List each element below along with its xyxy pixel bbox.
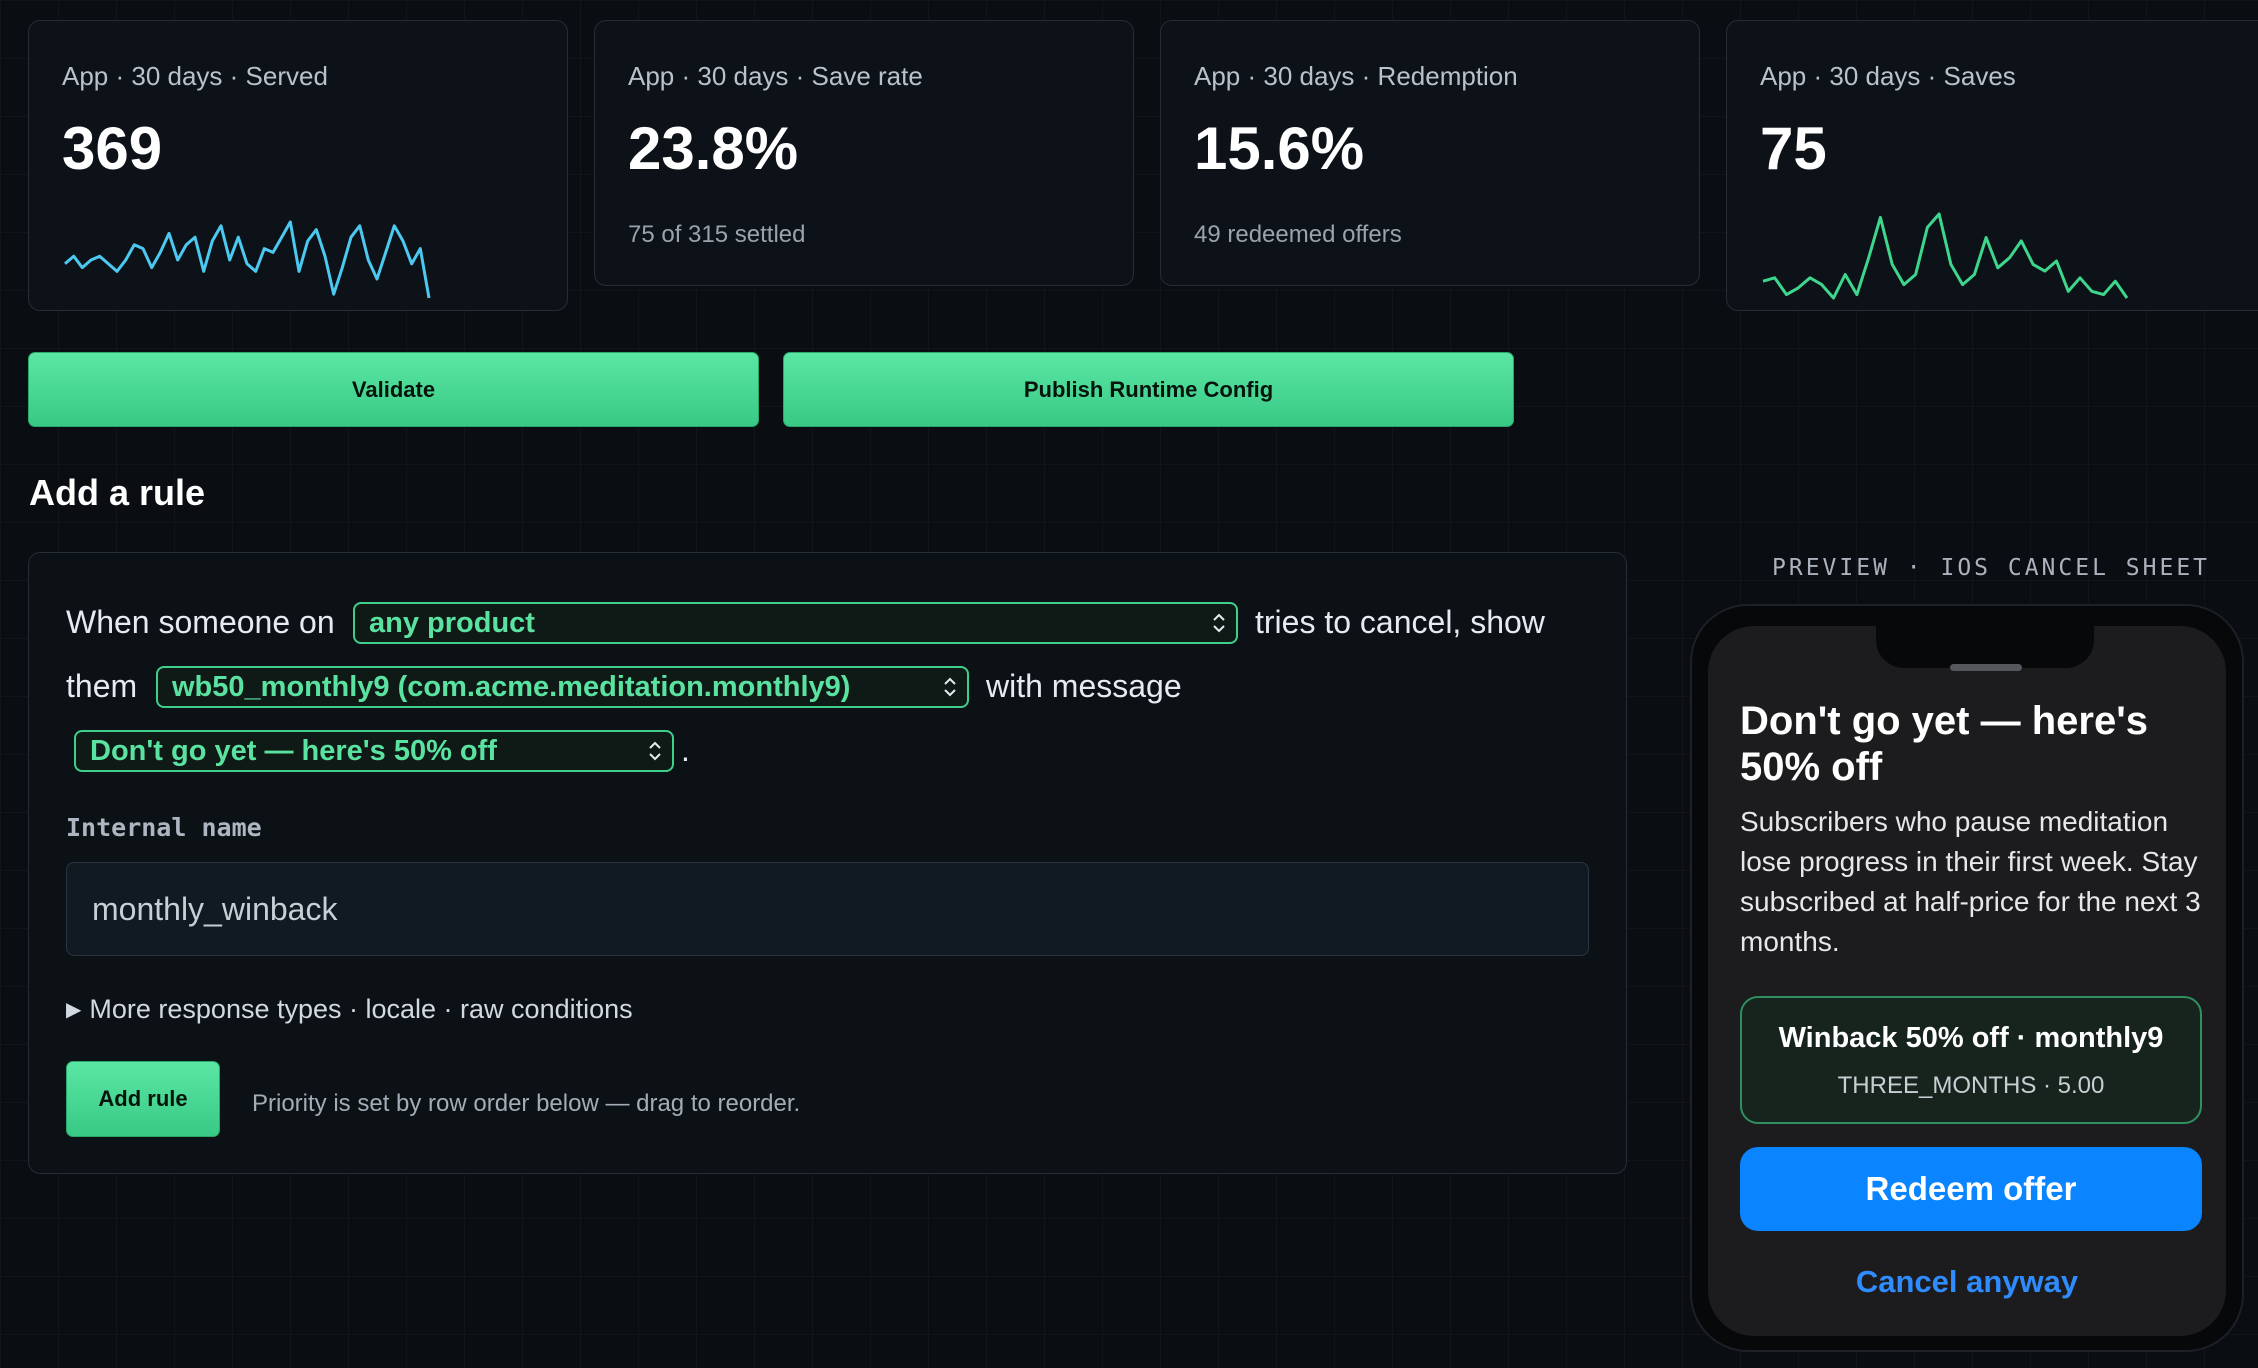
disclosure-triangle-icon: ▶ (66, 999, 82, 1021)
offer-select[interactable]: wb50_monthly9 (com.acme.meditation.month… (156, 666, 969, 708)
sentence-text-with-message: with message (986, 668, 1182, 704)
metric-card-save-rate: App · 30 days · Save rate 23.8% 75 of 31… (594, 20, 1134, 286)
metric-value: 75 (1760, 115, 1827, 182)
section-title-add-rule: Add a rule (29, 472, 206, 513)
metric-subtext: 75 of 315 settled (628, 221, 806, 248)
cancel-sheet: Don't go yet — here's 50% off Subscriber… (1708, 626, 2226, 1336)
phone-frame: Don't go yet — here's 50% off Subscriber… (1690, 604, 2244, 1352)
offer-title: Winback 50% off · monthly9 (1778, 1022, 2164, 1054)
metric-card-redemption: App · 30 days · Redemption 15.6% 49 rede… (1160, 20, 1700, 286)
cancel-anyway-link[interactable]: Cancel anyway (1708, 1264, 2226, 1300)
internal-name-label: Internal name (66, 813, 262, 842)
metric-value: 369 (62, 115, 163, 182)
preview-caption: PREVIEW · IOS CANCEL SHEET (1772, 555, 2211, 581)
metric-label: App · 30 days · Redemption (1194, 61, 1518, 91)
sentence-text-them: them (66, 668, 138, 704)
validate-button[interactable]: Validate (28, 352, 759, 427)
metric-subtext: 49 redeemed offers (1194, 221, 1402, 248)
chevron-updown-icon (649, 741, 661, 761)
product-select[interactable]: any product (353, 602, 1238, 644)
offer-card: Winback 50% off · monthly9 THREE_MONTHS … (1740, 996, 2202, 1124)
metric-value: 23.8% (628, 115, 799, 182)
sheet-body: Subscribers who pause meditation lose pr… (1740, 806, 2201, 957)
sparkline-saves (1762, 212, 2129, 300)
metric-value: 15.6% (1194, 115, 1365, 182)
more-options-label: More response types · locale · raw condi… (89, 994, 633, 1024)
metric-label: App · 30 days · Saves (1760, 61, 2016, 91)
metric-label: App · 30 days · Served (62, 61, 328, 91)
sheet-title: Don't go yet — here's 50% off (1740, 699, 2148, 789)
message-select[interactable]: Don't go yet — here's 50% off (74, 730, 674, 772)
offer-select-value: wb50_monthly9 (com.acme.meditation.month… (172, 670, 851, 703)
metric-label: App · 30 days · Save rate (628, 61, 923, 91)
metric-card-saves: App · 30 days · Saves 75 (1726, 20, 2258, 311)
sparkline-served (64, 220, 431, 299)
phone-notch (1876, 626, 2094, 668)
publish-runtime-config-button[interactable]: Publish Runtime Config (783, 352, 1514, 427)
sentence-text-period: . (681, 732, 690, 768)
chevron-updown-icon (944, 677, 956, 697)
redeem-offer-button[interactable]: Redeem offer (1740, 1147, 2202, 1231)
more-options-toggle[interactable]: ▶ More response types · locale · raw cond… (66, 994, 633, 1025)
sparkline-path (1762, 212, 2129, 300)
priority-hint: Priority is set by row order below — dra… (252, 1090, 801, 1117)
offer-subtitle: THREE_MONTHS · 5.00 (1837, 1072, 2105, 1099)
chevron-updown-icon (1213, 613, 1225, 633)
internal-name-input[interactable] (66, 862, 1589, 956)
sheet-grabber[interactable] (1950, 664, 2022, 671)
add-rule-button[interactable]: Add rule (66, 1061, 220, 1137)
metric-card-served: App · 30 days · Served 369 (28, 20, 568, 311)
sentence-text-when: When someone on (66, 604, 335, 640)
product-select-value: any product (369, 606, 535, 639)
sentence-text-tries: tries to cancel, show (1255, 604, 1545, 640)
sparkline-path (64, 220, 431, 299)
message-select-value: Don't go yet — here's 50% off (90, 734, 497, 767)
